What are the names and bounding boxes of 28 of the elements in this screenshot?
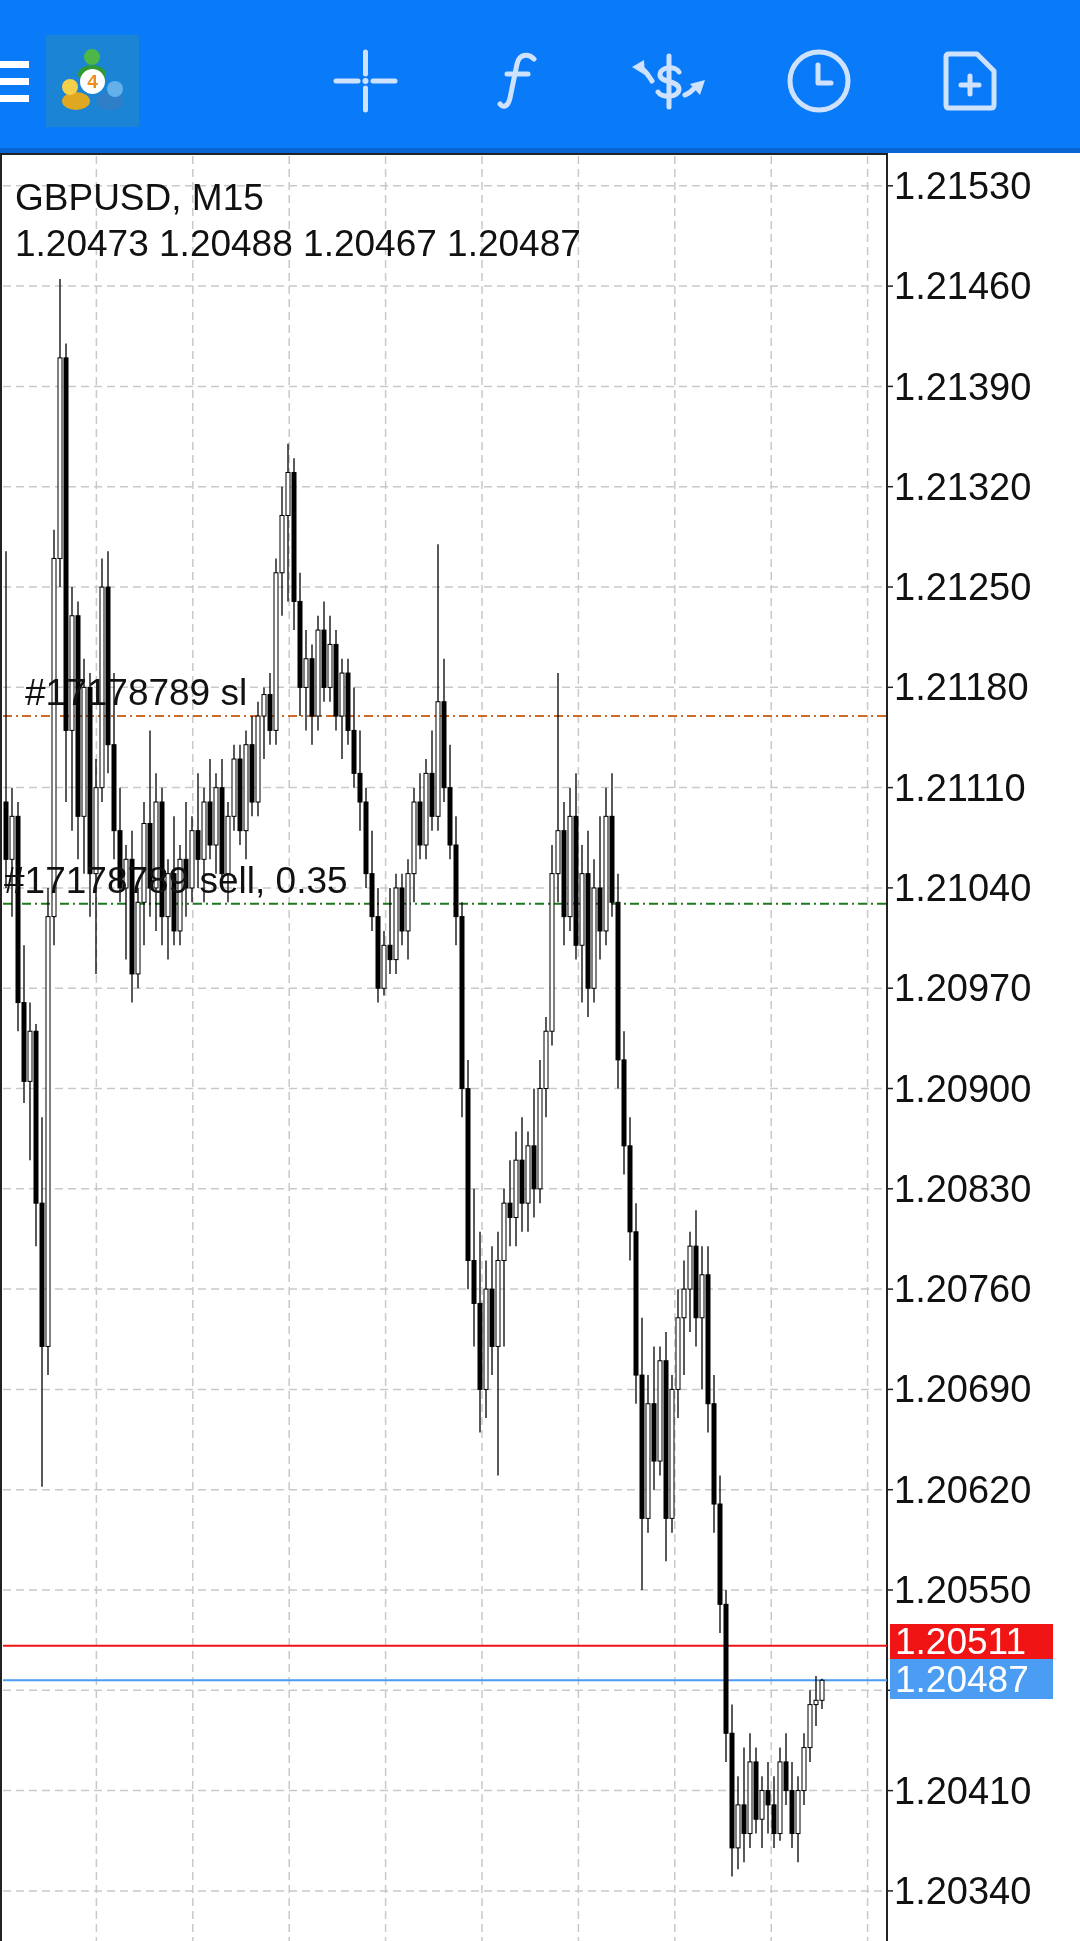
price-axis-label: 1.21250 [894, 568, 1032, 607]
price-axis-label: 1.21320 [894, 467, 1032, 506]
price-axis-label: 1.20690 [894, 1370, 1032, 1409]
price-axis-label: 1.20830 [894, 1169, 1032, 1208]
price-axis-label: 1.20620 [894, 1470, 1032, 1509]
price-axis-label: 1.20550 [894, 1571, 1032, 1609]
new-file-icon[interactable] [943, 51, 997, 111]
function-icon[interactable] [497, 52, 537, 110]
price-axis-label: 1.21110 [894, 768, 1026, 807]
price-axis-label: 1.21390 [894, 367, 1032, 406]
dollar-arrows-icon[interactable] [630, 52, 707, 110]
crosshair-icon[interactable] [333, 49, 398, 113]
price-axis-label: 1.21040 [894, 868, 1032, 907]
price-axis-label: 1.21530 [894, 166, 1032, 205]
price-axis-label: 1.20900 [894, 1069, 1032, 1108]
menu-icon[interactable] [0, 60, 29, 102]
bid-price-tag: 1.20487 [890, 1659, 1053, 1700]
price-axis-label: 1.21460 [894, 267, 1032, 306]
price-axis-label: 1.21180 [894, 668, 1029, 707]
symbol-timeframe: GBPUSD, M15 [15, 179, 264, 216]
price-axis-label: 1.20760 [894, 1270, 1032, 1309]
price-axis-label: 1.20970 [894, 969, 1032, 1008]
price-axis-label: 1.20340 [894, 1871, 1032, 1910]
ask-price-tag: 1.20511 [890, 1623, 1053, 1660]
clock-icon[interactable] [787, 49, 851, 113]
ohlc-values: 1.20473 1.20488 1.20467 1.20487 [15, 225, 581, 262]
app-logo[interactable]: 4 [46, 35, 139, 127]
price-axis-label: 1.20410 [894, 1771, 1032, 1810]
